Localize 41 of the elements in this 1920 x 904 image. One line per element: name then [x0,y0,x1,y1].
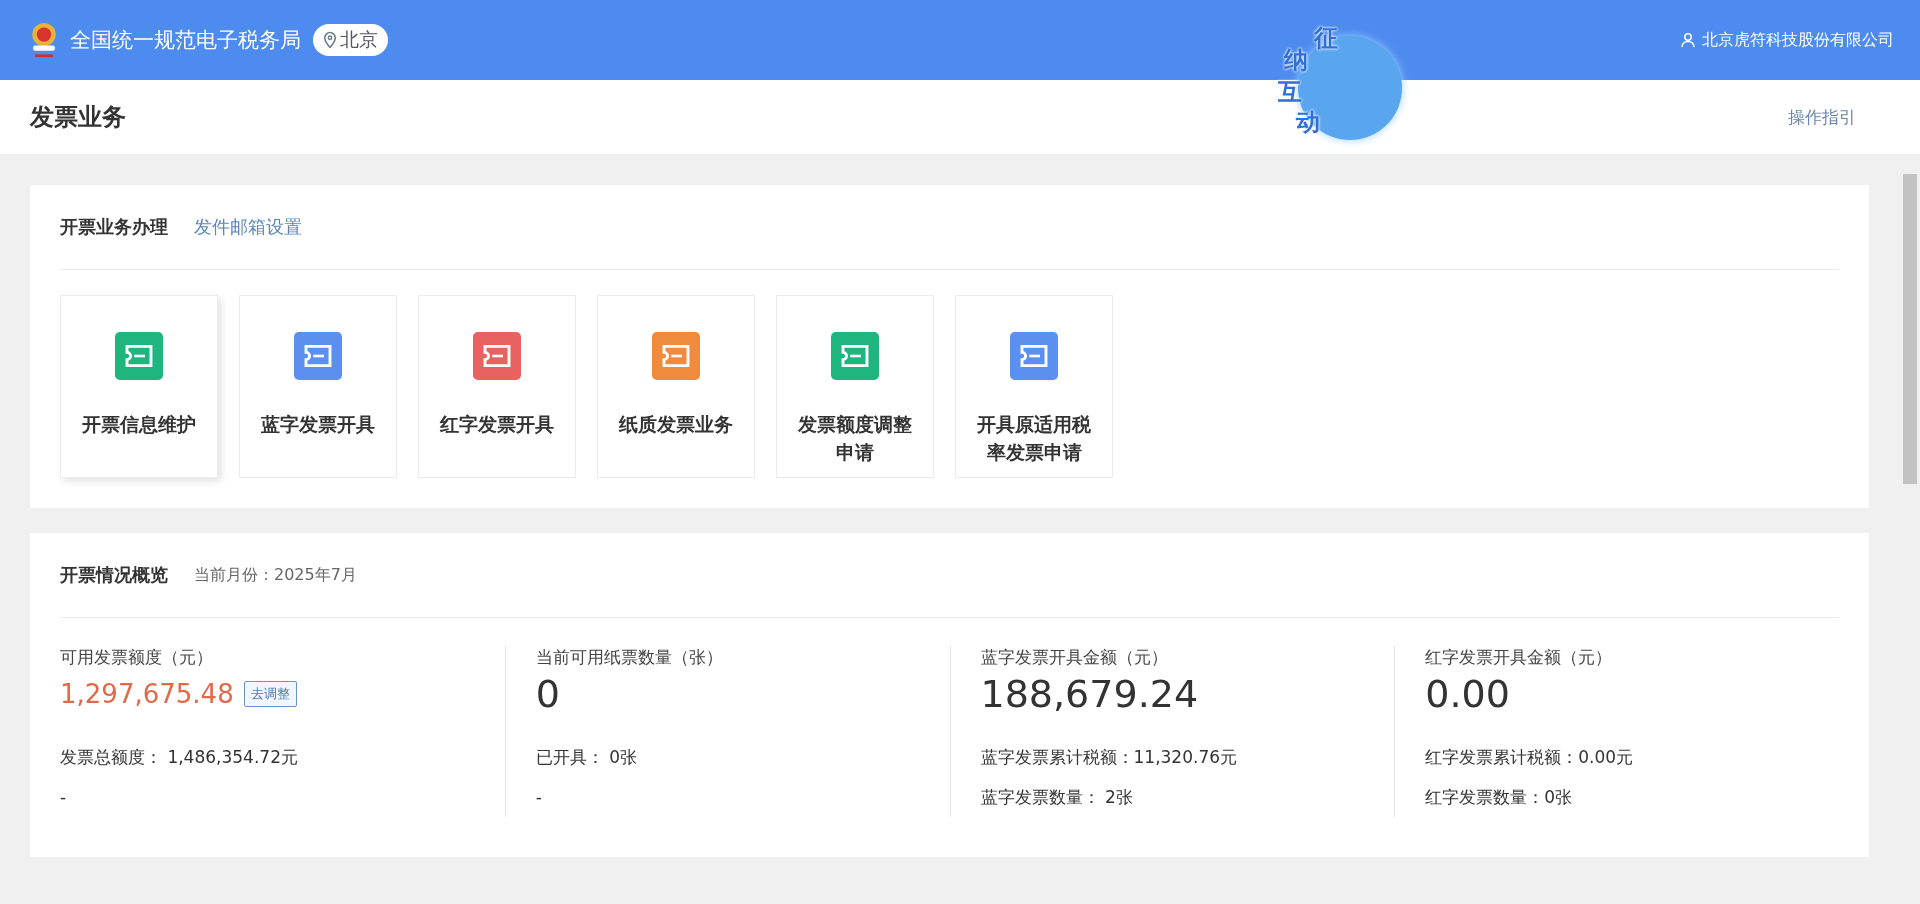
section-title: 开票业务办理 [60,215,168,239]
stat-label: 红字发票开具金额（元） [1425,646,1613,669]
tile-label: 蓝字发票开具 [260,412,376,437]
tile-label: 纸质发票业务 [618,412,734,437]
stat-detail: 红字发票数量：0张 [1425,786,1573,809]
user-icon [1680,32,1696,48]
stat-detail: 红字发票累计税额：0.00元 [1425,746,1634,769]
mailbox-settings-link[interactable]: 发件邮箱设置 [194,215,302,239]
stat-label: 可用发票额度（元） [60,646,213,669]
service-tile[interactable]: 纸质发票业务 [597,295,755,478]
stat-value: 0.00 [1425,672,1510,716]
location-pin-icon [323,31,337,49]
tile-label: 红字发票开具 [439,412,555,437]
badge-character: 纳 [1284,45,1308,76]
service-tile[interactable]: 开具原适用税率发票申请 [955,295,1113,478]
adjust-button[interactable]: 去调整 [243,681,297,707]
tile-label: 开票信息维护 [81,412,197,437]
stat-label: 当前可用纸票数量（张） [535,646,723,669]
guide-link[interactable]: 操作指引 [1788,105,1856,129]
current-month: 当前月份：2025年7月 [194,564,357,586]
stat-value: 1,297,675.48 [60,679,234,709]
site-title: 全国统一规范电子税务局 [70,27,301,54]
location-button[interactable]: 北京 [313,24,388,56]
tile-label: 开具原适用税率发票申请 [976,412,1092,465]
stat-label: 蓝字发票开具金额（元） [980,646,1168,669]
badge-character: 征 [1314,23,1338,54]
section-title: 开票情况概览 [60,563,168,587]
stat-detail: 蓝字发票数量： 2张 [980,786,1133,809]
stat-detail: 已开具： 0张 [535,746,637,769]
tile-label: 发票额度调整申请 [797,412,913,465]
page-title: 发票业务 [30,102,126,133]
stat-detail: 蓝字发票累计税额：11,320.76元 [980,746,1238,769]
stat-value: 188,679.24 [980,672,1199,716]
stat-detail: 发票总额度： 1,486,354.72元 [60,746,298,769]
stat-detail: - [535,786,542,809]
stat-detail: - [60,786,67,809]
service-tile[interactable]: 发票额度调整申请 [776,295,934,478]
service-tile[interactable]: 红字发票开具 [418,295,576,478]
stat-value: 0 [535,672,560,716]
service-tile[interactable]: 开票信息维护 [60,295,218,478]
service-tile[interactable]: 蓝字发票开具 [239,295,397,478]
